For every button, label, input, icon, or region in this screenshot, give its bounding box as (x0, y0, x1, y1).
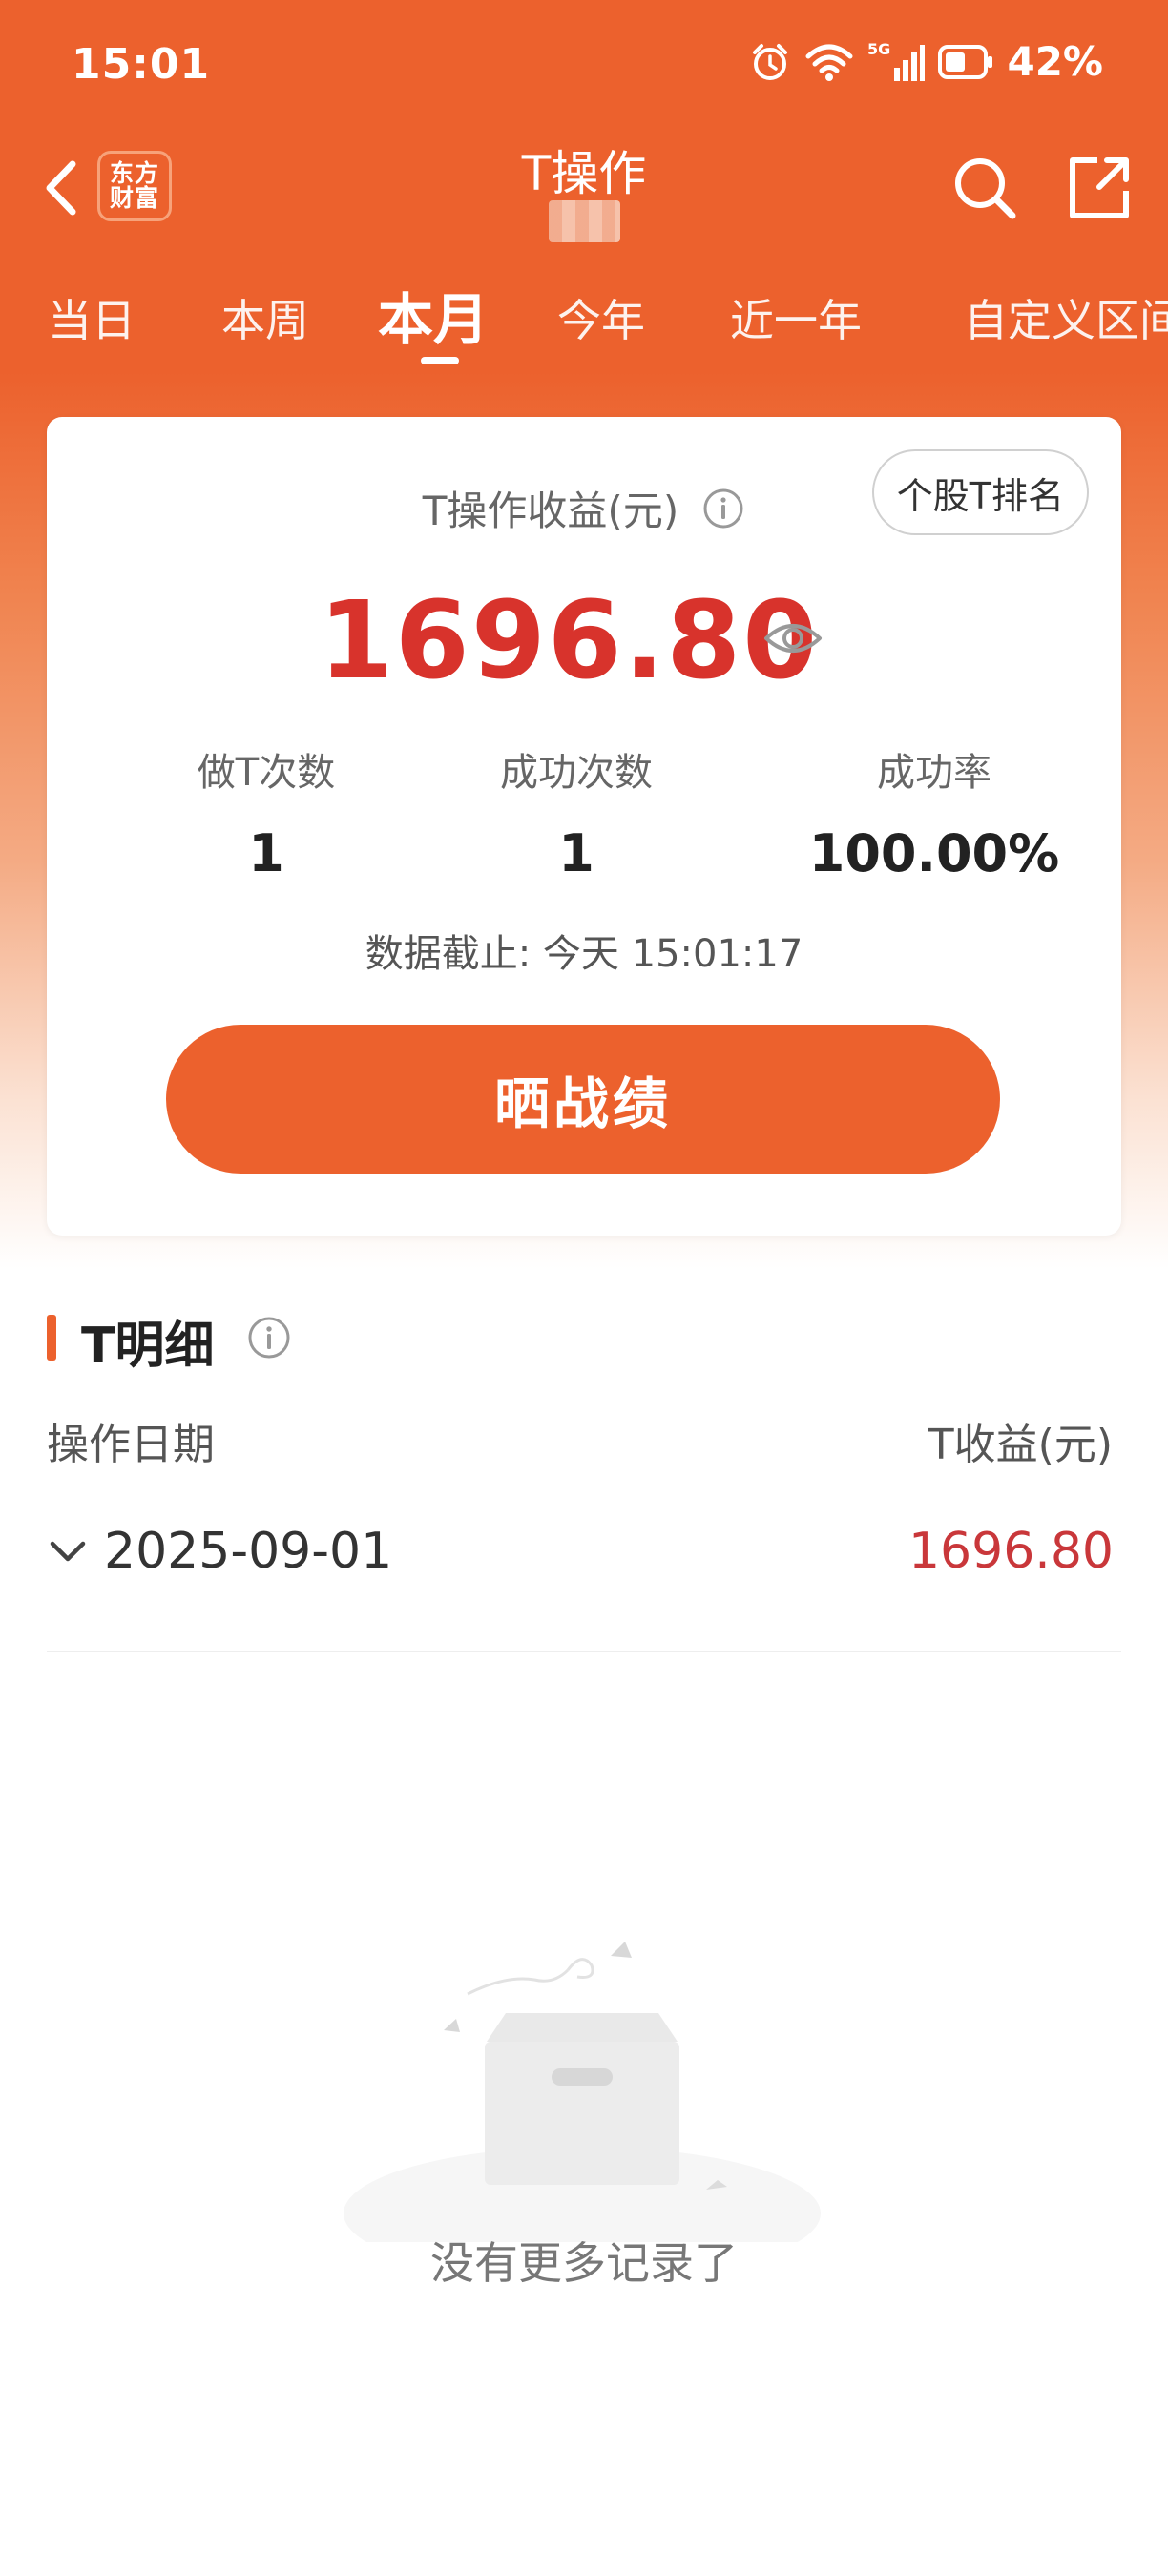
section-accent-bar (47, 1315, 56, 1361)
network-type: 5G (867, 41, 890, 58)
stats-row: 做T次数 1 成功次数 1 成功率 100.00% (47, 741, 1121, 884)
search-icon[interactable] (949, 153, 1020, 223)
tab-this-month[interactable]: 本月 (378, 275, 489, 355)
eye-icon[interactable] (762, 608, 824, 669)
data-cutoff-time: 数据截止: 今天 15:01:17 (365, 932, 803, 976)
tab-this-year[interactable]: 今年 (557, 286, 645, 349)
profit-label-text: T操作收益(元) (422, 488, 679, 534)
share-results-button[interactable]: 晒战绩 (166, 1025, 1000, 1174)
row-date: 2025-09-01 (104, 1523, 393, 1580)
empty-box-illustration (344, 1942, 821, 2242)
profit-value: 1696.80 (319, 579, 820, 703)
detail-section-title: T明细 (81, 1318, 215, 1375)
tab-last-year[interactable]: 近一年 (730, 286, 862, 349)
stat-success-count: 成功次数 1 (405, 741, 748, 883)
column-header-date: 操作日期 (47, 1421, 215, 1469)
row-profit: 1696.80 (907, 1523, 1114, 1580)
status-time: 15:01 (72, 40, 211, 89)
wifi-icon (805, 44, 853, 81)
info-icon[interactable] (701, 487, 745, 530)
stat-trade-count-value: 1 (248, 823, 284, 883)
period-tabs: 当日 本周 本月 今年 近一年 自定义区间 (0, 267, 1168, 372)
stat-success-rate-label: 成功率 (877, 751, 991, 795)
tab-today[interactable]: 当日 (48, 286, 136, 349)
share-icon[interactable] (1063, 153, 1134, 223)
chevron-down-icon[interactable] (47, 1530, 89, 1572)
blurred-subtitle (549, 200, 620, 242)
tab-custom-range[interactable]: 自定义区间 (964, 286, 1168, 349)
active-tab-indicator (421, 357, 459, 364)
stat-success-count-label: 成功次数 (500, 751, 653, 795)
table-row[interactable]: 2025-09-01 1696.80 (47, 1488, 1121, 1652)
empty-state-text: 没有更多记录了 (430, 2237, 738, 2289)
stat-success-rate-value: 100.00% (808, 823, 1060, 883)
tab-this-week[interactable]: 本周 (221, 286, 309, 349)
signal-5g-icon: 5G (867, 41, 926, 81)
battery-icon (938, 44, 993, 79)
alarm-icon (753, 43, 788, 80)
stat-trade-count: 做T次数 1 (94, 741, 438, 883)
summary-card: 个股T排名 T操作收益(元) 1696.80 做T次数 1 成功次数 1 成功率… (47, 417, 1121, 1236)
stat-trade-count-label: 做T次数 (197, 751, 336, 795)
status-icons: 5G 42% (749, 38, 1103, 85)
profit-label: T操作收益(元) (47, 479, 1121, 537)
column-header-profit: T收益(元) (928, 1421, 1113, 1469)
battery-percent: 42% (1007, 38, 1103, 85)
stat-success-count-value: 1 (558, 823, 594, 883)
detail-info-icon[interactable] (246, 1315, 292, 1361)
app-header: 东方 财富 T操作 (0, 134, 1168, 258)
status-bar: 15:01 5G 42% (0, 0, 1168, 134)
stat-success-rate: 成功率 100.00% (762, 741, 1106, 883)
